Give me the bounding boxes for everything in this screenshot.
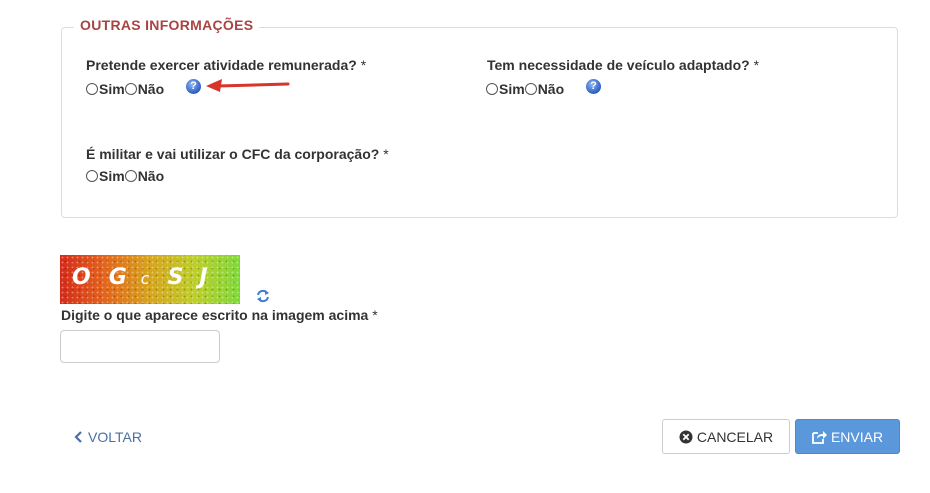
required-mark: * [383,146,389,162]
captcha-char: S [167,265,184,290]
send-label: ENVIAR [830,428,884,445]
chevron-left-icon [74,431,82,443]
question-military-cfc-label: É militar e vai utilizar o CFC da corpor… [86,146,389,162]
radio-label-yes: Sim [99,81,125,97]
help-question-icon[interactable]: ? [186,79,201,94]
captcha-char: O [72,265,91,290]
required-mark: * [753,57,760,73]
captcha-input[interactable] [60,330,220,363]
radio-label-yes: Sim [99,168,125,184]
share-square-icon [812,430,827,444]
captcha-text: O G c S J [60,265,240,290]
refresh-icon[interactable] [256,289,270,303]
question-text: É militar e vai utilizar o CFC da corpor… [86,146,380,162]
radio-paid-activity-no[interactable] [124,83,137,95]
radio-label-no: Não [137,168,165,184]
question-military-cfc-options: Sim Não [86,168,164,184]
radio-label-no: Não [137,81,165,97]
back-link[interactable]: VOLTAR [74,429,142,445]
radio-paid-activity-yes[interactable] [86,83,98,95]
radio-military-cfc-no[interactable] [124,170,137,182]
required-mark: * [372,307,378,323]
captcha-char: G [108,265,127,290]
help-question-icon[interactable]: ? [586,79,601,94]
captcha-char: c [140,269,150,288]
required-mark: * [360,57,367,73]
other-info-fieldset [61,27,898,218]
back-label: VOLTAR [88,429,142,445]
cancel-label: CANCELAR [696,428,774,445]
captcha-label: Digite o que aparece escrito na imagem a… [61,307,378,323]
red-arrow-icon [206,79,290,92]
radio-adapted-vehicle-no[interactable] [524,83,537,95]
radio-adapted-vehicle-yes[interactable] [486,83,498,95]
cancel-button[interactable]: CANCELAR [662,419,790,454]
radio-label-yes: Sim [499,81,525,97]
captcha-image: O G c S J [60,255,240,304]
radio-military-cfc-yes[interactable] [86,170,98,182]
circle-times-icon [679,430,693,443]
question-adapted-vehicle-label: Tem necessidade de veículo adaptado? * [487,57,759,73]
section-legend: OUTRAS INFORMAÇÕES [74,17,260,33]
question-text: Pretende exercer atividade remunerada? [86,57,357,73]
captcha-char: J [199,265,208,290]
question-paid-activity-options: Sim Não [86,81,164,97]
question-paid-activity-label: Pretende exercer atividade remunerada? * [86,57,366,73]
radio-label-no: Não [537,81,565,97]
send-button[interactable]: ENVIAR [795,419,900,454]
question-adapted-vehicle-options: Sim Não [486,81,564,97]
question-text: Tem necessidade de veículo adaptado? [487,57,750,73]
captcha-label-text: Digite o que aparece escrito na imagem a… [61,307,369,323]
